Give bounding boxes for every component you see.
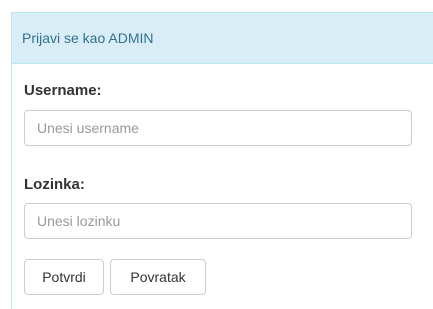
password-input[interactable] — [24, 203, 412, 239]
password-label: Lozinka: — [24, 176, 85, 193]
admin-login-panel: Prijavi se kao ADMIN Username: Lozinka: … — [11, 12, 433, 309]
confirm-button[interactable]: Potvrdi — [24, 259, 104, 295]
username-label: Username: — [24, 82, 102, 99]
username-input[interactable] — [24, 110, 412, 146]
panel-heading: Prijavi se kao ADMIN — [12, 13, 433, 64]
back-button[interactable]: Povratak — [110, 259, 206, 295]
